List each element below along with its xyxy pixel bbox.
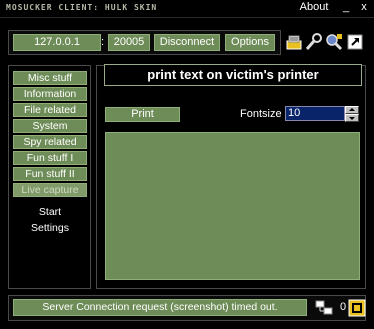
status-count: 0 — [340, 301, 347, 313]
fontsize-input[interactable]: 10 — [285, 106, 345, 121]
port-field[interactable]: 20005 — [108, 34, 150, 51]
app-title: MOSUCKER CLIENT: HULK SKIN — [6, 3, 158, 12]
status-message: Server Connection request (screenshot) t… — [13, 299, 307, 316]
notes-icon[interactable] — [285, 33, 303, 51]
title-bar: MOSUCKER CLIENT: HULK SKIN About _ x — [0, 0, 374, 16]
wrench-icon[interactable] — [305, 33, 323, 51]
print-text-area[interactable] — [105, 132, 360, 280]
external-link-icon[interactable] — [346, 33, 364, 51]
spin-up-icon[interactable] — [345, 106, 359, 114]
settings-link[interactable]: Settings — [13, 222, 87, 234]
start-link[interactable]: Start — [13, 206, 87, 218]
sidebar-item-spy-related[interactable]: Spy related — [13, 135, 87, 149]
sidebar-item-file-related[interactable]: File related — [13, 103, 87, 117]
fontsize-label: Fontsize — [240, 108, 282, 120]
print-button[interactable]: Print — [105, 107, 180, 122]
ip-address-field[interactable]: 127.0.0.1 — [13, 34, 101, 51]
minimize-button[interactable]: _ — [340, 0, 352, 16]
options-button[interactable]: Options — [225, 34, 275, 51]
sidebar-item-misc-stuff[interactable]: Misc stuff — [13, 71, 87, 85]
about-button[interactable]: About — [296, 0, 332, 16]
sidebar-item-fun-stuff-1[interactable]: Fun stuff I — [13, 151, 87, 165]
sidebar-item-system[interactable]: System — [13, 119, 87, 133]
network-computers-icon[interactable] — [315, 299, 333, 317]
sidebar-item-live-capture[interactable]: Live capture — [13, 183, 87, 197]
window-icon[interactable] — [348, 299, 366, 317]
disconnect-button[interactable]: Disconnect — [154, 34, 220, 51]
magnifier-icon[interactable] — [325, 33, 343, 51]
ip-port-separator: : — [101, 36, 105, 48]
sidebar-item-information[interactable]: Information — [13, 87, 87, 101]
close-button[interactable]: x — [358, 0, 370, 16]
spin-down-icon[interactable] — [345, 114, 359, 122]
page-title: print text on victim's printer — [104, 64, 362, 86]
sidebar-item-fun-stuff-2[interactable]: Fun stuff II — [13, 167, 87, 181]
